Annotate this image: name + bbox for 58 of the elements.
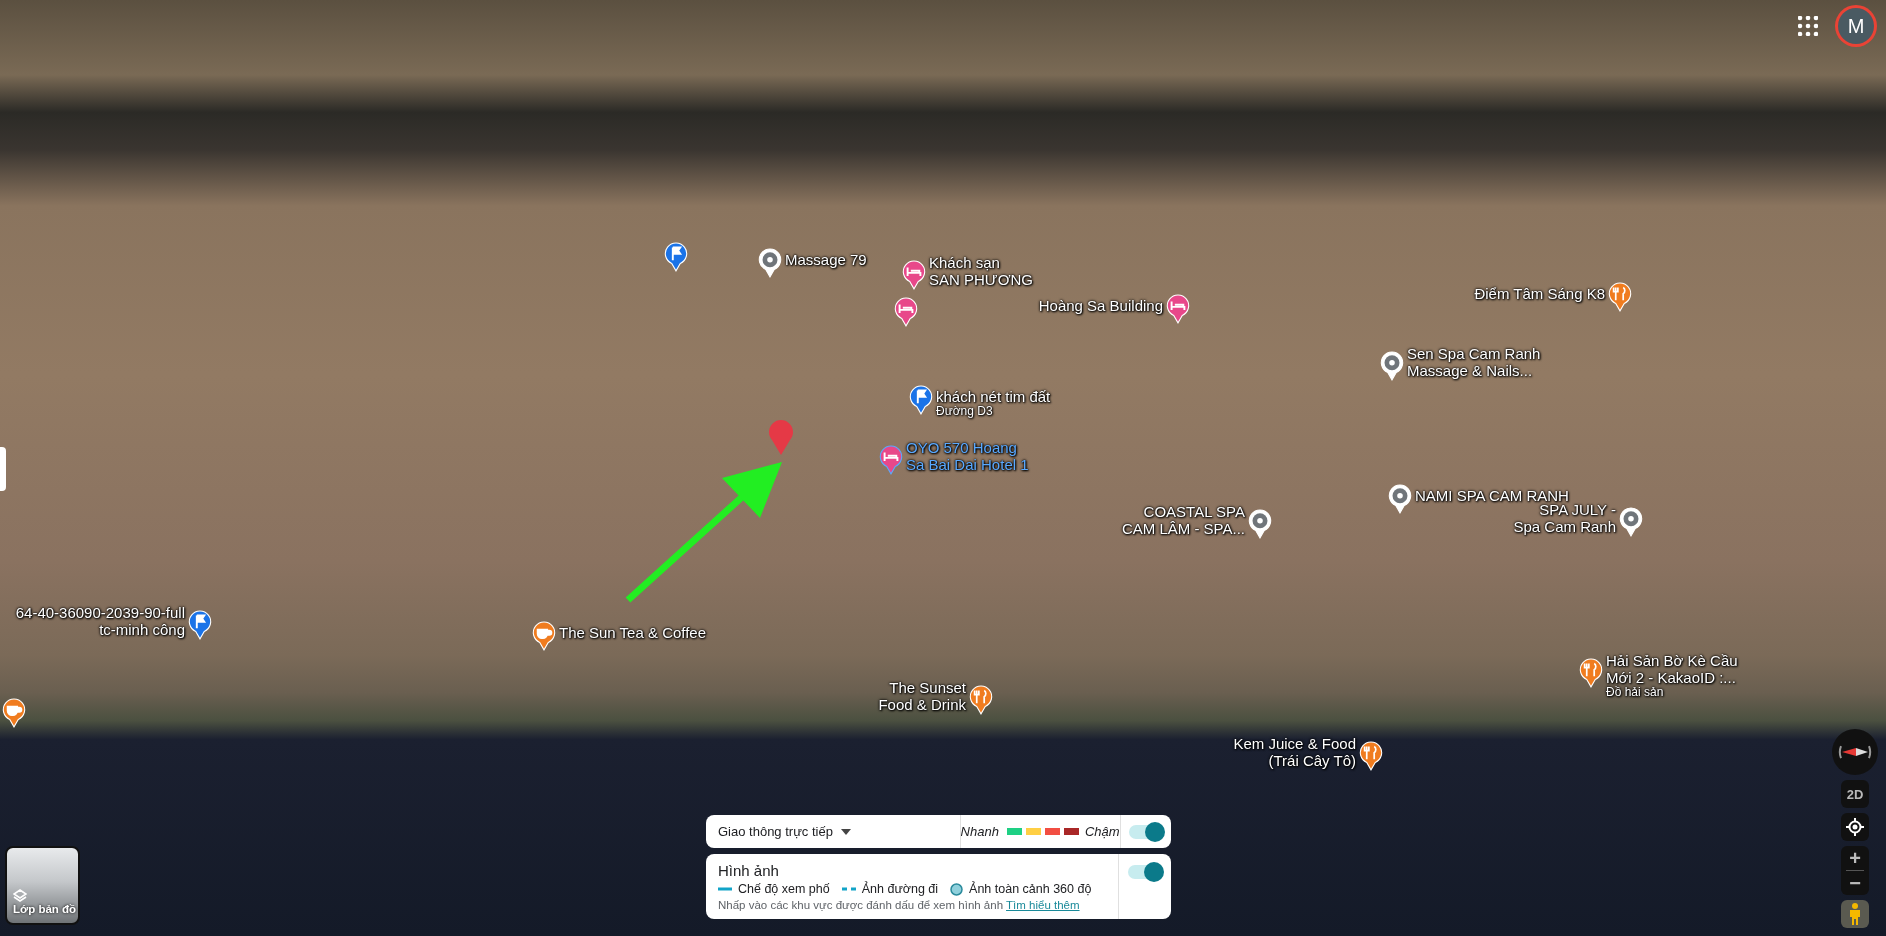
place-label[interactable]: Massage 79 (785, 250, 867, 268)
place-label[interactable]: SPA JULY - Spa Cam Ranh (1513, 501, 1616, 535)
place-label[interactable]: khách nét tim đất (936, 387, 1051, 405)
imagery-title: Hình ảnh (718, 862, 780, 879)
flag-pin-icon[interactable] (663, 241, 689, 273)
pin-pin-icon[interactable] (1247, 508, 1273, 540)
toggle-switch[interactable] (1128, 824, 1163, 839)
my-location-button[interactable] (1841, 813, 1869, 841)
food-pin-icon[interactable] (1358, 740, 1384, 772)
legend-label: Chế độ xem phố (738, 882, 830, 896)
place-label[interactable]: Sen Spa Cam Ranh Massage & Nails... (1407, 345, 1541, 379)
traffic-dropdown[interactable]: Giao thông trực tiếp (706, 815, 961, 848)
place-subtitle: Đồ hải sản (1606, 686, 1664, 699)
place-label[interactable]: The Sun Tea & Coffee (559, 623, 707, 641)
hotel-pin-icon[interactable] (878, 444, 904, 476)
legend-label: Ảnh đường đi (861, 882, 939, 896)
zoom-out-button[interactable]: − (1841, 871, 1869, 895)
fast-label: Nhanh (960, 824, 999, 839)
place-label[interactable]: Điểm Tâm Sáng K8 (1474, 284, 1605, 302)
learn-more-link[interactable]: Tìm hiểu thêm (1006, 899, 1080, 911)
legend-label: Ảnh toàn cảnh 360 độ (969, 882, 1092, 896)
dot-icon (950, 882, 964, 896)
apps-grid-icon[interactable] (1798, 16, 1818, 36)
place-label[interactable]: COASTAL SPA CAM LÂM - SPA... (1121, 503, 1245, 537)
side-panel-handle[interactable] (0, 447, 6, 491)
imagery-hint: Nhấp vào các khu vực được đánh dấu để xem hình ảnh Tìm hiểu thêm (718, 899, 1081, 911)
compass-icon[interactable] (1832, 729, 1878, 775)
pin-pin-icon[interactable] (1387, 483, 1413, 515)
dashed-line-icon (841, 887, 856, 891)
account-avatar[interactable]: M (1838, 8, 1874, 44)
flag-pin-icon[interactable] (187, 609, 213, 641)
place-label[interactable]: Hải Sản Bờ Kè Cầu Mới 2 - KakaoID :... (1606, 652, 1738, 686)
locate-icon (1846, 818, 1864, 836)
place-label[interactable]: The Sunset Food & Drink (878, 679, 966, 713)
pin-pin-icon[interactable] (1618, 506, 1644, 538)
layers-button[interactable]: Lớp bản đồ (5, 846, 80, 925)
toggle-switch[interactable] (1128, 865, 1162, 879)
place-label[interactable]: NAMI SPA CAM RANH (1415, 486, 1569, 504)
view-mode-button[interactable]: 2D (1841, 780, 1869, 808)
street-view-button[interactable] (1841, 900, 1869, 928)
layers-label: Lớp bản đồ (13, 903, 77, 915)
place-label[interactable]: 64-40-36090-2039-90-full tc-minh công (15, 604, 185, 638)
cafe-pin-icon[interactable] (531, 620, 557, 652)
zoom-in-button[interactable]: + (1841, 846, 1869, 870)
person-icon (1849, 903, 1861, 925)
food-pin-icon[interactable] (1578, 657, 1604, 689)
cafe-pin-icon[interactable] (1, 697, 27, 729)
layers-icon (13, 889, 27, 903)
pin-pin-icon[interactable] (1379, 350, 1405, 382)
slow-label: Chậm (1084, 824, 1120, 839)
place-label[interactable]: Kem Juice & Food (Trái Cây Tô) (1233, 735, 1356, 769)
place-label[interactable]: Khách sạn SAN PHƯƠNG (929, 254, 1034, 288)
place-label[interactable]: Hoàng Sa Building (1038, 296, 1163, 314)
caret-icon (840, 828, 851, 835)
flag-pin-icon[interactable] (908, 384, 934, 416)
pin-pin-icon[interactable] (757, 247, 783, 279)
place-subtitle: Đường D3 (936, 404, 993, 418)
food-pin-icon[interactable] (968, 684, 994, 716)
